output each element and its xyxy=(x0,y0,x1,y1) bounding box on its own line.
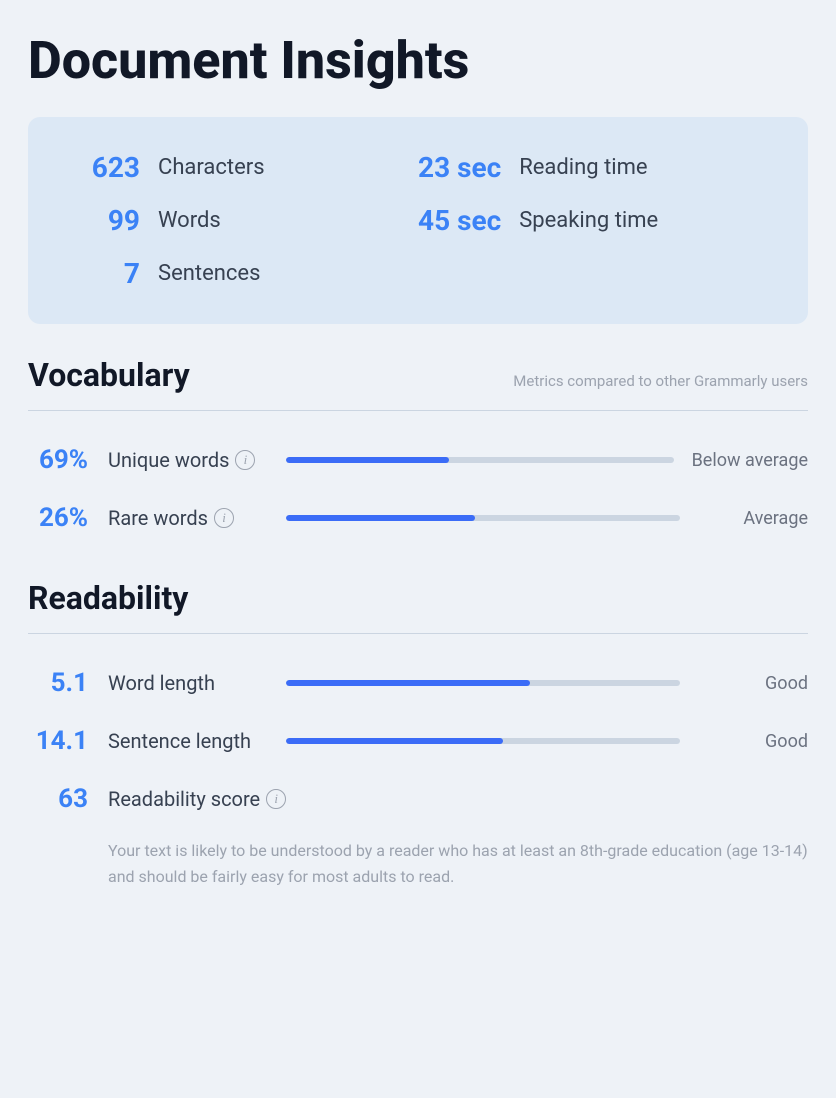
stat-label-words: Words xyxy=(158,208,221,233)
progress-bar-rare-words xyxy=(286,515,680,521)
stats-left-column: 623 Characters 99 Words 7 Sentences xyxy=(60,141,418,300)
stat-value-words: 99 xyxy=(60,204,140,237)
stats-right-column: 23 sec Reading time 45 sec Speaking time xyxy=(418,141,776,300)
metric-value-rare-words: 26% xyxy=(28,503,108,533)
progress-bar-unique-words xyxy=(286,457,674,463)
metric-value-word-length: 5.1 xyxy=(28,668,108,698)
metric-label-rare-words: Rare words i xyxy=(108,506,268,530)
readability-divider xyxy=(28,633,808,634)
metric-row-word-length: 5.1 Word length Good xyxy=(28,654,808,712)
progress-fill-sentence-length xyxy=(286,738,503,744)
progress-fill-rare-words xyxy=(286,515,475,521)
metric-row-readability-score: 63 Readability score i xyxy=(28,770,808,828)
stat-value-sentences: 7 xyxy=(60,257,140,290)
vocabulary-subtitle: Metrics compared to other Grammarly user… xyxy=(513,372,808,390)
stat-label-reading-time: Reading time xyxy=(519,155,647,180)
metric-rating-sentence-length: Good xyxy=(698,731,808,752)
info-icon-unique-words[interactable]: i xyxy=(235,450,255,470)
metric-label-readability-score: Readability score i xyxy=(108,787,286,811)
vocabulary-section: Vocabulary Metrics compared to other Gra… xyxy=(28,356,808,547)
stat-value-speaking-time: 45 sec xyxy=(418,204,501,237)
stat-row-words: 99 Words xyxy=(60,194,418,247)
metric-rating-rare-words: Average xyxy=(698,508,808,529)
progress-bar-sentence-length xyxy=(286,738,680,744)
vocabulary-divider xyxy=(28,410,808,411)
stat-label-sentences: Sentences xyxy=(158,261,260,286)
info-icon-rare-words[interactable]: i xyxy=(214,508,234,528)
metric-rating-unique-words: Below average xyxy=(692,450,808,471)
metric-value-readability-score: 63 xyxy=(28,784,108,814)
readability-description: Your text is likely to be understood by … xyxy=(28,838,808,889)
progress-fill-unique-words xyxy=(286,457,449,463)
stats-card: 623 Characters 99 Words 7 Sentences 23 s… xyxy=(28,117,808,324)
readability-title: Readability xyxy=(28,579,188,617)
stat-value-reading-time: 23 sec xyxy=(418,151,501,184)
metric-value-unique-words: 69% xyxy=(28,445,108,475)
stat-row-reading-time: 23 sec Reading time xyxy=(418,141,776,194)
stats-grid: 623 Characters 99 Words 7 Sentences 23 s… xyxy=(60,141,776,300)
stat-value-characters: 623 xyxy=(60,151,140,184)
stat-row-speaking-time: 45 sec Speaking time xyxy=(418,194,776,247)
progress-bar-word-length xyxy=(286,680,680,686)
stat-label-characters: Characters xyxy=(158,155,265,180)
stat-label-speaking-time: Speaking time xyxy=(519,208,658,233)
stat-row-sentences: 7 Sentences xyxy=(60,247,418,300)
info-icon-readability-score[interactable]: i xyxy=(266,789,286,809)
progress-fill-word-length xyxy=(286,680,530,686)
metric-rating-word-length: Good xyxy=(698,673,808,694)
metric-row-sentence-length: 14.1 Sentence length Good xyxy=(28,712,808,770)
metric-row-rare-words: 26% Rare words i Average xyxy=(28,489,808,547)
metric-label-word-length: Word length xyxy=(108,671,268,695)
metric-label-sentence-length: Sentence length xyxy=(108,729,268,753)
vocabulary-title: Vocabulary xyxy=(28,356,190,394)
metric-value-sentence-length: 14.1 xyxy=(28,726,108,756)
metric-row-unique-words: 69% Unique words i Below average xyxy=(28,431,808,489)
vocabulary-header: Vocabulary Metrics compared to other Gra… xyxy=(28,356,808,394)
page-title: Document Insights xyxy=(28,32,808,89)
metric-label-unique-words: Unique words i xyxy=(108,448,268,472)
readability-section: Readability 5.1 Word length Good 14.1 Se… xyxy=(28,579,808,889)
readability-header: Readability xyxy=(28,579,808,617)
stat-row-characters: 623 Characters xyxy=(60,141,418,194)
